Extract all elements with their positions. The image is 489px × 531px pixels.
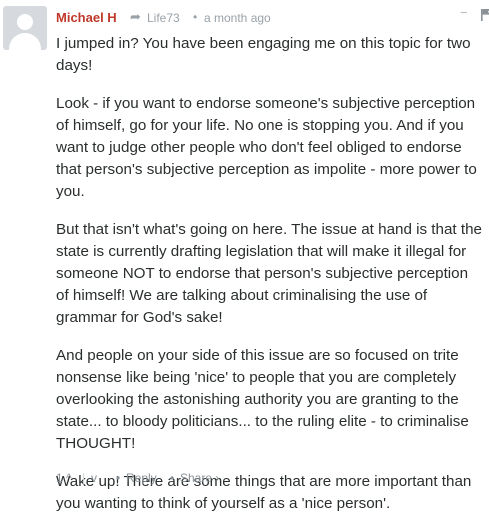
comment: Michael H ➦ Life73 • a month ago − I jum… bbox=[56, 0, 489, 512]
downvote-icon[interactable]: v bbox=[91, 471, 97, 485]
comment-paragraph: And people on your side of this issue ar… bbox=[56, 347, 469, 452]
meta-separator: • bbox=[193, 10, 198, 24]
upvote-icon[interactable]: ^ bbox=[66, 471, 72, 485]
comment-header: Michael H ➦ Life73 • a month ago − bbox=[56, 0, 489, 26]
author-name[interactable]: Michael H bbox=[56, 10, 117, 25]
footer-separator: • bbox=[116, 471, 121, 485]
comment-body: I jumped in? You have been engaging me o… bbox=[56, 33, 482, 531]
vote-divider: | bbox=[82, 471, 86, 485]
comment-paragraph: But that isn't what's going on here. The… bbox=[56, 221, 482, 326]
footer-separator: • bbox=[170, 471, 175, 485]
collapse-button[interactable]: − bbox=[460, 5, 468, 20]
comment-paragraph: Look - if you want to endorse someone's … bbox=[56, 95, 477, 200]
avatar-head-icon bbox=[17, 14, 33, 30]
share-button[interactable]: Share › bbox=[180, 471, 219, 485]
avatar[interactable] bbox=[3, 6, 47, 50]
comment-footer: 1 ^ | v • Reply • Share › bbox=[56, 471, 482, 487]
flag-icon[interactable] bbox=[481, 9, 489, 21]
reply-arrow-icon: ➦ bbox=[130, 9, 141, 24]
reply-button[interactable]: Reply bbox=[126, 471, 157, 485]
avatar-body-icon bbox=[9, 33, 41, 50]
comment-paragraph: I jumped in? You have been engaging me o… bbox=[56, 35, 471, 74]
vote-count: 1 bbox=[56, 471, 63, 485]
comment-timestamp[interactable]: a month ago bbox=[204, 11, 271, 25]
reply-to-user[interactable]: Life73 bbox=[147, 11, 180, 25]
